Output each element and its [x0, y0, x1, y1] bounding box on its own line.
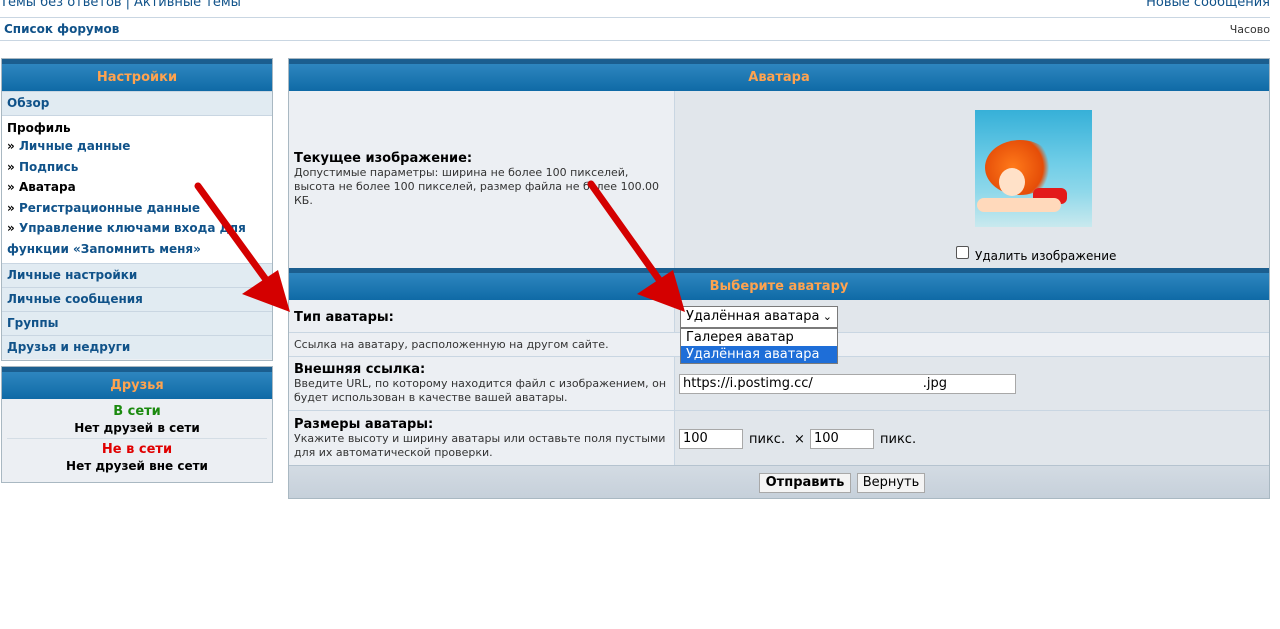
avatar-panel: Аватара Текущее изображение: Допустимые … [288, 58, 1270, 499]
online-label: В сети [113, 404, 161, 419]
settings-header: Настройки [2, 59, 272, 91]
option-remote[interactable]: Удалённая аватара [681, 346, 837, 363]
sidebar-item-personal-data[interactable]: » Личные данные [7, 136, 267, 157]
top-navigation: Темы без ответов | Активные темы Новые соо… [0, 0, 1280, 11]
sidebar-item-login-keys[interactable]: » Управление ключами входа для функции «… [7, 218, 267, 259]
avatar-url-end: .jpg [922, 376, 948, 391]
sidebar-item-friends-foes[interactable]: Друзья и недруги [2, 335, 272, 359]
offline-label: Не в сети [101, 442, 173, 457]
sidebar-item-avatar[interactable]: » Аватара [7, 177, 267, 198]
avatar-type-select[interactable]: Удалённая аватара ⌄ [680, 306, 838, 328]
sidebar-item-preferences[interactable]: Личные настройки [2, 263, 272, 287]
menu-arrow: » [7, 159, 15, 174]
avatar-size-desc: Укажите высоту и ширину аватары или оста… [294, 432, 666, 459]
friends-panel: Друзья В сети Нет друзей в сети Не в сет… [1, 366, 273, 483]
avatar-header: Аватара [289, 59, 1269, 91]
external-link-desc: Введите URL, по которому находится файл … [294, 377, 667, 404]
online-empty-text: Нет друзей в сети [74, 421, 200, 435]
external-link-title: Внешняя ссылка: [294, 362, 426, 377]
reset-button[interactable]: Вернуть [857, 473, 925, 493]
times-sign: × [794, 432, 805, 447]
current-image-desc: Допустимые параметры: ширина не более 10… [294, 166, 660, 207]
current-image-value-cell [674, 91, 1269, 268]
avatar-url-start: https://i.postimg.cc/ [683, 376, 813, 391]
friends-header: Друзья [2, 367, 272, 399]
sidebar-item-label: Управление ключами входа для функции «За… [7, 221, 246, 256]
menu-arrow: » [7, 139, 15, 153]
sidebar-item-private-messages[interactable]: Личные сообщения [2, 287, 272, 311]
avatar-size-label-cell: Размеры аватары: Укажите высоту и ширину… [289, 411, 674, 465]
delete-avatar-label: Удалить изображение [975, 249, 1117, 263]
profile-menu: Профиль » Личные данные » Подпись » Ават… [2, 115, 272, 263]
avatar-type-options: Галерея аватар Удалённая аватара [680, 328, 838, 364]
choose-avatar-header: Выберите аватару [289, 268, 1269, 300]
external-link-label-cell: Внешняя ссылка: Введите URL, по которому… [289, 357, 674, 410]
sidebar-item-overview[interactable]: Обзор [2, 91, 272, 115]
chevron-down-icon: ⌄ [822, 310, 832, 323]
delete-avatar-checkbox[interactable] [956, 246, 969, 259]
avatar-height-input[interactable]: 100 [810, 429, 874, 449]
sidebar-item-groups[interactable]: Группы [2, 311, 272, 335]
px-label: пикс. [749, 432, 786, 447]
forum-index-link[interactable]: Список форумов [4, 22, 119, 36]
nav-separator: | [125, 0, 130, 10]
current-image-label-cell: Текущее изображение: Допустимые параметр… [289, 91, 674, 268]
remote-hint-text: Ссылка на аватару, расположенную на друг… [294, 338, 609, 351]
avatar-size-title: Размеры аватары: [294, 417, 434, 432]
submit-button[interactable]: Отправить [759, 473, 851, 493]
current-image-title: Текущее изображение: [294, 151, 473, 166]
profile-label: Профиль [7, 121, 71, 135]
friends-divider [7, 438, 267, 439]
timezone-text: Часово [1229, 23, 1270, 36]
avatar-type-selected: Удалённая аватара [686, 309, 820, 324]
menu-arrow: » [7, 180, 15, 194]
breadcrumb-bar: Список форумов Часово [0, 17, 1270, 41]
avatar-type-label: Тип аватары: [294, 310, 394, 325]
settings-sidebar: Настройки Обзор Профиль » Личные данные … [1, 58, 273, 361]
avatar-image [975, 110, 1092, 227]
unanswered-topics-link[interactable]: Темы без ответов [0, 0, 122, 10]
menu-arrow: » [7, 200, 15, 215]
active-topics-link[interactable]: Активные темы [134, 0, 241, 10]
offline-empty-text: Нет друзей вне сети [66, 459, 208, 473]
px-label: пикс. [880, 432, 917, 447]
option-gallery[interactable]: Галерея аватар [681, 329, 837, 346]
new-posts-link[interactable]: Новые сообщения [1146, 0, 1270, 10]
avatar-width-value: 100 [683, 431, 708, 446]
avatar-width-input[interactable]: 100 [679, 429, 743, 449]
avatar-url-input[interactable]: https://i.postimg.cc/ .jpg [679, 374, 1016, 394]
sidebar-item-label: Подпись [18, 159, 79, 174]
sidebar-item-label: Регистрационные данные [18, 200, 200, 215]
sidebar-item-signature[interactable]: » Подпись [7, 157, 267, 178]
menu-arrow: » [7, 221, 15, 235]
sidebar-item-label: Личные данные [18, 139, 131, 153]
top-nav-left: Темы без ответов | Активные темы [0, 0, 241, 10]
sidebar-item-registration[interactable]: » Регистрационные данные [7, 198, 267, 219]
avatar-height-value: 100 [814, 431, 839, 446]
sidebar-item-label: Аватара [18, 180, 76, 194]
